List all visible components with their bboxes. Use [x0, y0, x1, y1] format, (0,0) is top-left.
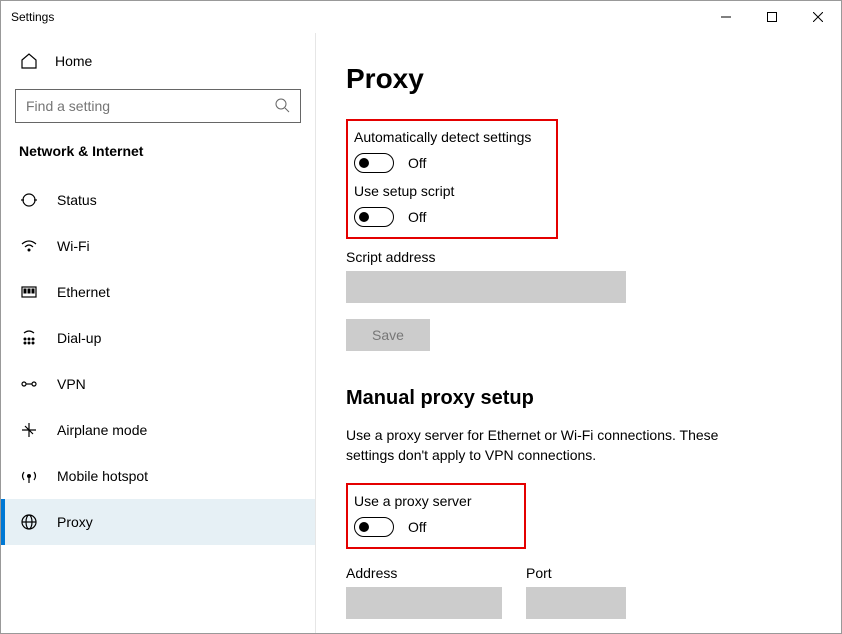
- nav-list: Status Wi-Fi Ethernet Dial-up VPN: [1, 177, 315, 545]
- minimize-button[interactable]: [703, 1, 749, 33]
- airplane-icon: [19, 420, 39, 440]
- script-address-input[interactable]: [346, 271, 626, 303]
- use-proxy-state: Off: [408, 519, 426, 535]
- sidebar-item-label: Ethernet: [57, 284, 110, 300]
- use-proxy-label: Use a proxy server: [354, 493, 514, 509]
- sidebar-item-hotspot[interactable]: Mobile hotspot: [1, 453, 315, 499]
- sidebar-item-label: Mobile hotspot: [57, 468, 148, 484]
- content-pane: Proxy Automatically detect settings Off …: [316, 33, 841, 633]
- sidebar-item-label: VPN: [57, 376, 86, 392]
- status-icon: [19, 190, 39, 210]
- highlight-box-auto: Automatically detect settings Off Use se…: [346, 119, 558, 239]
- sidebar-item-wifi[interactable]: Wi-Fi: [1, 223, 315, 269]
- sidebar-item-dialup[interactable]: Dial-up: [1, 315, 315, 361]
- page-title: Proxy: [346, 63, 811, 95]
- dialup-icon: [19, 328, 39, 348]
- port-label: Port: [526, 565, 626, 581]
- address-label: Address: [346, 565, 502, 581]
- close-button[interactable]: [795, 1, 841, 33]
- search-icon: [274, 97, 292, 120]
- hotspot-icon: [19, 466, 39, 486]
- ethernet-icon: [19, 282, 39, 302]
- sidebar-item-status[interactable]: Status: [1, 177, 315, 223]
- save-button[interactable]: Save: [346, 319, 430, 351]
- sidebar-item-ethernet[interactable]: Ethernet: [1, 269, 315, 315]
- maximize-button[interactable]: [749, 1, 795, 33]
- use-script-label: Use setup script: [354, 183, 546, 199]
- titlebar: Settings: [1, 1, 841, 33]
- use-script-state: Off: [408, 209, 426, 225]
- home-icon: [19, 51, 39, 71]
- manual-section-head: Manual proxy setup: [346, 387, 811, 410]
- proxy-icon: [19, 512, 39, 532]
- search-input[interactable]: [15, 89, 301, 123]
- sidebar-item-proxy[interactable]: Proxy: [1, 499, 315, 545]
- sidebar-item-label: Proxy: [57, 514, 93, 530]
- script-address-label: Script address: [346, 249, 811, 265]
- sidebar-item-label: Airplane mode: [57, 422, 147, 438]
- section-title: Network & Internet: [1, 137, 315, 177]
- sidebar-item-label: Wi-Fi: [57, 238, 90, 254]
- sidebar-item-vpn[interactable]: VPN: [1, 361, 315, 407]
- port-input[interactable]: [526, 587, 626, 619]
- sidebar: Home Network & Internet Status Wi-Fi: [1, 33, 316, 633]
- sidebar-item-label: Status: [57, 192, 97, 208]
- auto-detect-toggle[interactable]: [354, 153, 394, 173]
- vpn-icon: [19, 374, 39, 394]
- wifi-icon: [19, 236, 39, 256]
- sidebar-item-label: Dial-up: [57, 330, 101, 346]
- search-field[interactable]: [26, 98, 266, 114]
- manual-section-desc: Use a proxy server for Ethernet or Wi-Fi…: [346, 426, 766, 465]
- use-script-toggle[interactable]: [354, 207, 394, 227]
- sidebar-item-airplane[interactable]: Airplane mode: [1, 407, 315, 453]
- auto-detect-state: Off: [408, 155, 426, 171]
- auto-detect-label: Automatically detect settings: [354, 129, 546, 145]
- use-proxy-toggle[interactable]: [354, 517, 394, 537]
- address-input[interactable]: [346, 587, 502, 619]
- window-title: Settings: [11, 10, 54, 24]
- home-link[interactable]: Home: [1, 41, 315, 81]
- home-label: Home: [55, 53, 92, 69]
- highlight-box-proxy: Use a proxy server Off: [346, 483, 526, 549]
